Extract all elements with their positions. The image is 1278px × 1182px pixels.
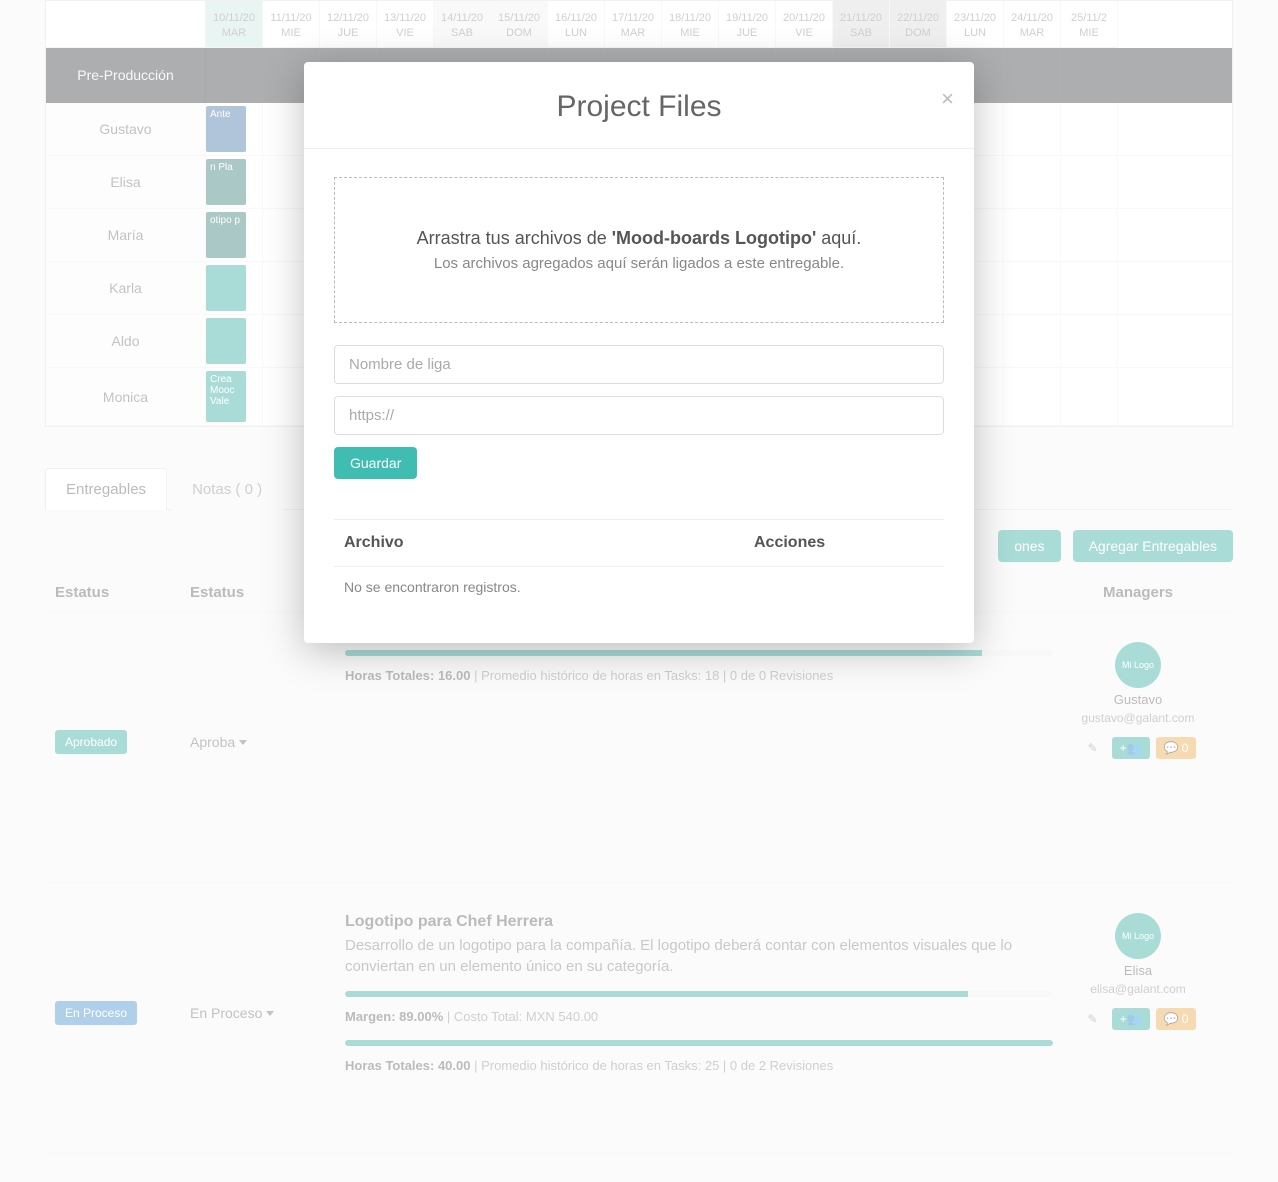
close-icon[interactable]: × bbox=[941, 86, 954, 112]
project-files-modal: Project Files × Arrastra tus archivos de… bbox=[304, 62, 974, 643]
file-table-header: Archivo Acciones bbox=[334, 520, 944, 567]
col-file: Archivo bbox=[344, 534, 754, 552]
file-table-empty: No se encontraron registros. bbox=[334, 567, 944, 607]
link-url-input[interactable] bbox=[334, 396, 944, 435]
link-name-input[interactable] bbox=[334, 345, 944, 384]
col-actions: Acciones bbox=[754, 534, 934, 552]
file-dropzone[interactable]: Arrastra tus archivos de 'Mood-boards Lo… bbox=[334, 177, 944, 323]
dropzone-text: Arrastra tus archivos de 'Mood-boards Lo… bbox=[355, 228, 923, 249]
modal-title: Project Files bbox=[334, 90, 944, 124]
dropzone-subtext: Los archivos agregados aquí serán ligado… bbox=[355, 255, 923, 272]
save-button[interactable]: Guardar bbox=[334, 447, 417, 479]
